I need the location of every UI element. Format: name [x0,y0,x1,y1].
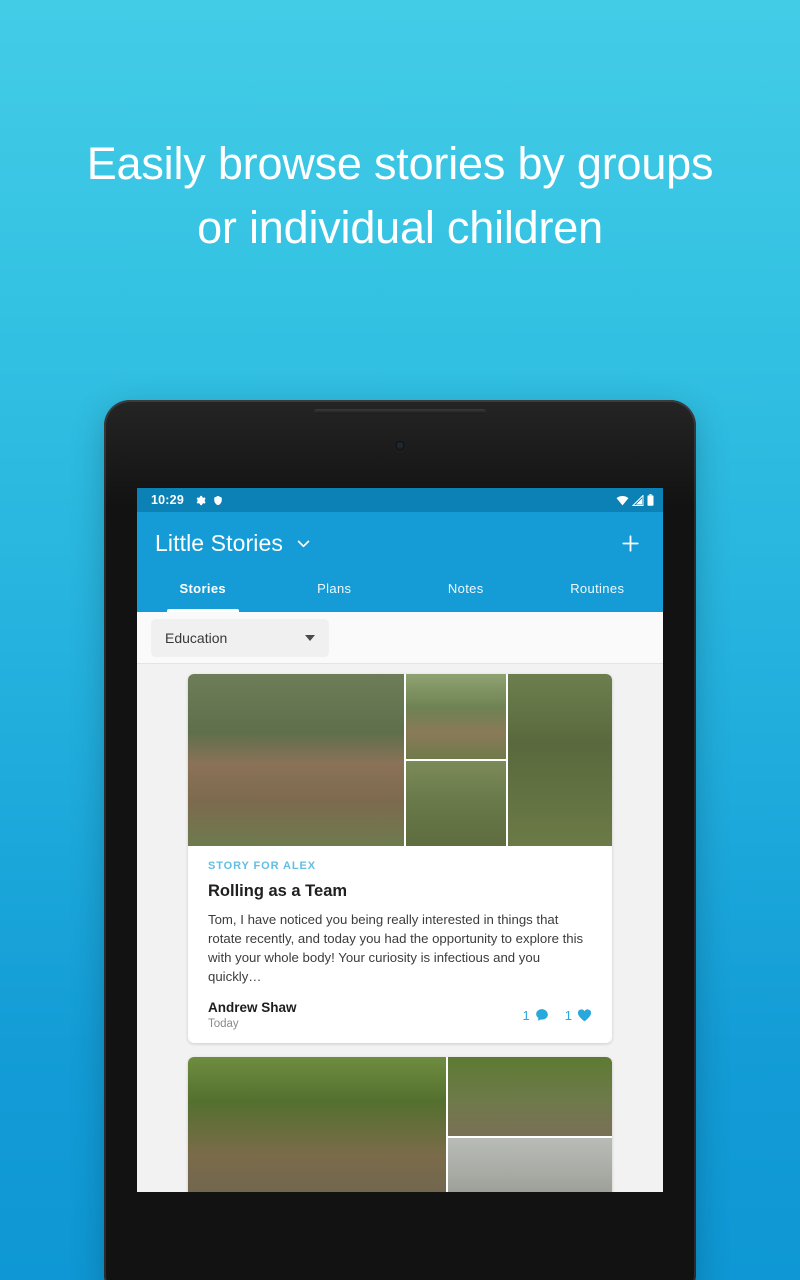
comment-count: 1 [522,1007,530,1023]
status-bar-system-icons [616,494,654,506]
tab-label: Routines [570,581,625,596]
photo-child-in-barrel-with-adult[interactable] [188,674,404,846]
tab-stories[interactable]: Stories [137,574,269,612]
screenshot-page: Easily browse stories by groups or indiv… [0,0,800,1280]
chevron-down-icon[interactable] [295,535,312,552]
page-title: Easily browse stories by groups or indiv… [0,132,800,260]
tab-notes[interactable]: Notes [400,574,532,612]
status-bar: 10:29 [137,488,663,512]
photo-child-on-playground-swing[interactable] [188,1057,446,1192]
speaker-grille-top-icon [314,409,486,414]
tab-label: Stories [179,581,227,596]
tab-label: Plans [317,581,352,596]
status-bar-clock: 10:29 [151,493,184,507]
add-story-button[interactable] [613,526,647,560]
caret-down-icon [305,634,315,641]
wifi-icon [616,495,629,506]
photo-column-middle [406,674,506,846]
photo-column-right [448,1057,612,1192]
story-for-label: STORY FOR ALEX [208,860,316,872]
category-filter-value: Education [165,629,228,646]
like-count: 1 [564,1007,572,1023]
app-title: Little Stories [155,529,283,556]
like-count-button[interactable]: 1 [565,1008,592,1023]
filter-bar: Education [137,612,663,664]
front-camera-icon [396,442,404,449]
photo-playground-climbing-frame[interactable] [448,1057,612,1136]
comment-count-button[interactable]: 1 [523,1008,549,1023]
tab-bar: Stories Plans Notes Routines [137,574,663,612]
heart-icon [577,1008,592,1022]
status-bar-notification-icons [195,495,223,506]
shield-icon [213,495,223,506]
story-photo-collage[interactable] [188,1057,612,1192]
photo-two-children-behind-barrel[interactable] [508,674,612,846]
story-author-name: Andrew Shaw [208,1000,297,1015]
story-date: Today [208,1018,239,1030]
story-excerpt: Tom, I have noticed you being really int… [208,912,584,984]
story-title: Rolling as a Team [208,882,348,900]
story-author-block: Andrew Shaw Today [208,1000,297,1030]
photo-three-children-pushing-barrel[interactable] [406,674,506,759]
photo-child-on-swing-near-building[interactable] [448,1138,612,1192]
headline-line-1: Easily browse stories by groups [86,138,714,189]
signal-icon [632,494,644,506]
headline-line-2: or individual children [197,202,603,253]
story-card[interactable]: STORY FOR ALEX Rolling as a Team Tom, I … [188,674,612,1043]
story-card-body: STORY FOR ALEX Rolling as a Team Tom, I … [188,846,612,986]
tab-routines[interactable]: Routines [532,574,664,612]
tab-plans[interactable]: Plans [269,574,401,612]
battery-icon [647,494,654,506]
comment-bubble-icon [535,1008,549,1022]
story-card[interactable] [188,1057,612,1192]
story-feed[interactable]: STORY FOR ALEX Rolling as a Team Tom, I … [137,664,663,1192]
device-screen: 10:29 Little Stories Stories Plans Notes… [137,488,663,1192]
gear-icon [195,495,206,506]
story-photo-collage[interactable] [188,674,612,846]
photo-child-inside-tunnel-ring[interactable] [406,761,506,846]
app-bar: Little Stories [137,512,663,574]
story-card-footer: Andrew Shaw Today 1 1 [188,1000,612,1043]
tab-label: Notes [447,581,484,596]
category-filter-dropdown[interactable]: Education [151,618,329,657]
tablet-device: 10:29 Little Stories Stories Plans Notes… [104,400,696,1280]
